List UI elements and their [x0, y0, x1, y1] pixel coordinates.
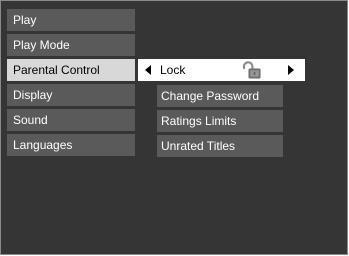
- lock-option-value: Lock: [160, 63, 186, 77]
- submenu-item-unrated-titles[interactable]: Unrated Titles: [157, 135, 283, 157]
- menu-item-play-mode[interactable]: Play Mode: [7, 34, 135, 56]
- menu-item-display[interactable]: Display: [7, 84, 135, 106]
- unlocked-padlock-icon: [242, 61, 261, 79]
- menu-item-sound[interactable]: Sound: [7, 109, 135, 131]
- submenu-item-change-password[interactable]: Change Password: [157, 85, 283, 107]
- previous-option-arrow-icon[interactable]: [145, 65, 151, 75]
- main-settings-menu: Play Play Mode Parental Control Display …: [7, 9, 135, 156]
- setup-screen: Play Play Mode Parental Control Display …: [0, 0, 349, 256]
- menu-item-play[interactable]: Play: [7, 9, 135, 31]
- menu-item-parental-control[interactable]: Parental Control: [7, 59, 135, 81]
- submenu-item-ratings-limits[interactable]: Ratings Limits: [157, 110, 283, 132]
- parental-lock-selector[interactable]: Lock: [138, 59, 305, 81]
- settings-panel: Play Play Mode Parental Control Display …: [0, 0, 348, 255]
- menu-item-languages[interactable]: Languages: [7, 134, 135, 156]
- next-option-arrow-icon[interactable]: [288, 65, 294, 75]
- parental-control-submenu: Change Password Ratings Limits Unrated T…: [157, 85, 283, 157]
